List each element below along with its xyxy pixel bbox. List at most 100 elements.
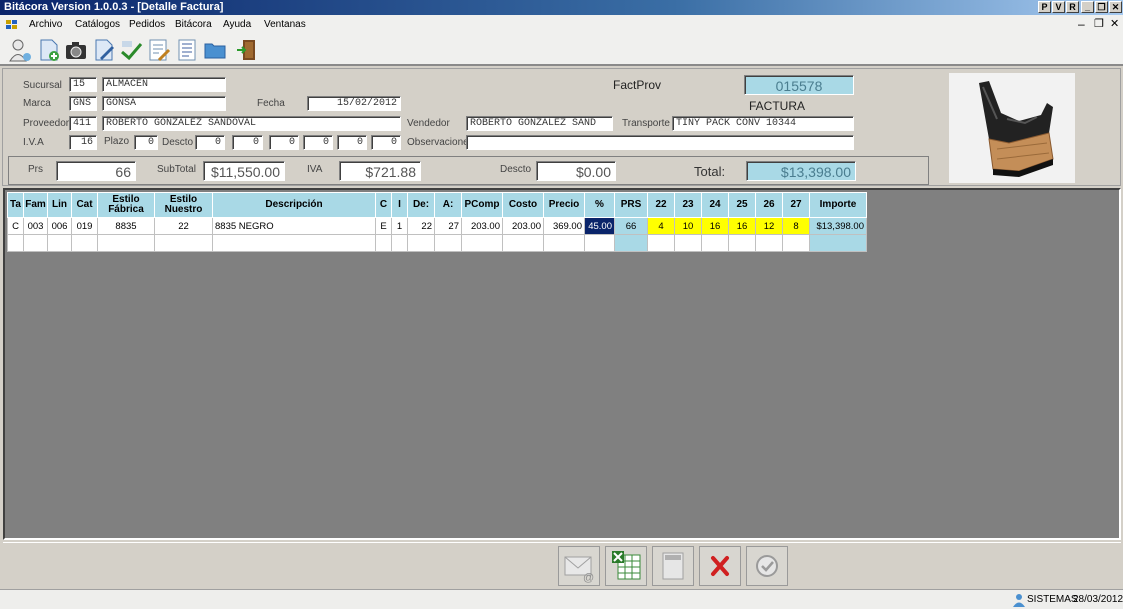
empty-cell[interactable]: [47, 234, 72, 252]
marca-code-field[interactable]: GNS: [69, 96, 97, 111]
col-prs[interactable]: PRS: [614, 192, 648, 218]
col-size-22[interactable]: 22: [647, 192, 675, 218]
edit-list-icon[interactable]: [147, 38, 171, 62]
cell-estilo-nuestro[interactable]: 22: [154, 217, 213, 235]
empty-cell[interactable]: [809, 234, 867, 252]
cell-precio[interactable]: 369.00: [543, 217, 585, 235]
empty-cell[interactable]: [375, 234, 392, 252]
col-size-27[interactable]: 27: [782, 192, 810, 218]
empty-cell[interactable]: [755, 234, 783, 252]
empty-cell[interactable]: [154, 234, 213, 252]
cell-size-23[interactable]: 10: [674, 217, 702, 235]
menu-archivo[interactable]: Archivo: [29, 19, 62, 30]
p-button[interactable]: P: [1038, 1, 1051, 13]
col-costo[interactable]: Costo: [502, 192, 544, 218]
col-size-23[interactable]: 23: [674, 192, 702, 218]
col-size-24[interactable]: 24: [701, 192, 729, 218]
document-list-icon[interactable]: [175, 38, 199, 62]
proveedor-code-field[interactable]: 411: [69, 116, 97, 131]
factprov-field[interactable]: 015578: [744, 75, 854, 95]
observaciones-field[interactable]: [466, 135, 854, 150]
col-cat[interactable]: Cat: [71, 192, 98, 218]
excel-export-button[interactable]: [605, 546, 647, 586]
empty-cell[interactable]: [782, 234, 810, 252]
empty-cell[interactable]: [461, 234, 503, 252]
empty-cell[interactable]: [674, 234, 702, 252]
exit-door-icon[interactable]: [235, 38, 259, 62]
cell-size-26[interactable]: 12: [755, 217, 783, 235]
col-descripcion[interactable]: Descripción: [212, 192, 376, 218]
cell-prs[interactable]: 66: [614, 217, 648, 235]
r-button[interactable]: R: [1066, 1, 1079, 13]
col-fam[interactable]: Fam: [23, 192, 48, 218]
fecha-field[interactable]: 15/02/2012: [307, 96, 401, 111]
col-i[interactable]: I: [391, 192, 408, 218]
marca-name-field[interactable]: GONSA: [102, 96, 226, 111]
edit-document-icon[interactable]: [92, 38, 116, 62]
restore-button[interactable]: ❐: [1095, 1, 1108, 13]
empty-cell[interactable]: [614, 234, 648, 252]
email-button[interactable]: @: [558, 546, 600, 586]
child-minimize-button[interactable]: –: [1078, 17, 1085, 31]
descto-field-4[interactable]: 0: [303, 135, 333, 150]
empty-cell[interactable]: [71, 234, 98, 252]
col-a[interactable]: A:: [434, 192, 462, 218]
minimize-button[interactable]: _: [1081, 1, 1094, 13]
sucursal-name-field[interactable]: ALMACEN: [102, 77, 226, 92]
user-icon[interactable]: [8, 38, 32, 62]
empty-cell[interactable]: [502, 234, 544, 252]
cell-a[interactable]: 27: [434, 217, 462, 235]
child-restore-button[interactable]: ❐: [1094, 17, 1104, 30]
col-size-26[interactable]: 26: [755, 192, 783, 218]
menu-pedidos[interactable]: Pedidos: [129, 19, 165, 30]
empty-cell[interactable]: [407, 234, 435, 252]
col-estilo-fabrica[interactable]: Estilo Fábrica: [97, 192, 155, 218]
descto-field-6[interactable]: 0: [371, 135, 401, 150]
cell-costo[interactable]: 203.00: [502, 217, 544, 235]
col-importe[interactable]: Importe: [809, 192, 867, 218]
app-menu-icon[interactable]: [6, 20, 18, 30]
empty-cell[interactable]: [434, 234, 462, 252]
vendedor-field[interactable]: ROBERTO GONZALEZ SAND: [466, 116, 613, 131]
cell-importe[interactable]: $13,398.00: [809, 217, 867, 235]
close-button[interactable]: ✕: [1109, 1, 1122, 13]
cell-i[interactable]: 1: [391, 217, 408, 235]
accept-button[interactable]: [746, 546, 788, 586]
cell-percent[interactable]: 45.00: [584, 217, 615, 235]
child-close-button[interactable]: ✕: [1110, 17, 1119, 30]
descto-field-2[interactable]: 0: [232, 135, 263, 150]
cell-ta[interactable]: C: [7, 217, 24, 235]
empty-cell[interactable]: [584, 234, 615, 252]
col-c[interactable]: C: [375, 192, 392, 218]
col-precio[interactable]: Precio: [543, 192, 585, 218]
col-pcomp[interactable]: PComp: [461, 192, 503, 218]
download-icon[interactable]: [119, 38, 143, 62]
table-row[interactable]: C 003 006 019 8835 22 8835 NEGRO E 1 22 …: [7, 217, 867, 235]
cell-size-24[interactable]: 16: [701, 217, 729, 235]
empty-cell[interactable]: [543, 234, 585, 252]
pdf-export-button[interactable]: [652, 546, 694, 586]
empty-cell[interactable]: [212, 234, 376, 252]
proveedor-name-field[interactable]: ROBERTO GONZALEZ SANDOVAL: [102, 116, 401, 131]
cell-de[interactable]: 22: [407, 217, 435, 235]
cell-c[interactable]: E: [375, 217, 392, 235]
new-document-icon[interactable]: [37, 38, 61, 62]
col-de[interactable]: De:: [407, 192, 435, 218]
cell-descripcion[interactable]: 8835 NEGRO: [212, 217, 376, 235]
empty-cell[interactable]: [97, 234, 155, 252]
folder-icon[interactable]: [203, 38, 227, 62]
cell-estilo-fabrica[interactable]: 8835: [97, 217, 155, 235]
cell-cat[interactable]: 019: [71, 217, 98, 235]
iva-percent-field[interactable]: 16: [69, 135, 97, 150]
cell-pcomp[interactable]: 203.00: [461, 217, 503, 235]
descto-field-3[interactable]: 0: [269, 135, 299, 150]
v-button[interactable]: V: [1052, 1, 1065, 13]
col-lin[interactable]: Lin: [47, 192, 72, 218]
cell-size-27[interactable]: 8: [782, 217, 810, 235]
empty-cell[interactable]: [647, 234, 675, 252]
empty-cell[interactable]: [23, 234, 48, 252]
col-percent[interactable]: %: [584, 192, 615, 218]
camera-icon[interactable]: [64, 38, 88, 62]
descto-field-5[interactable]: 0: [337, 135, 367, 150]
empty-cell[interactable]: [701, 234, 729, 252]
